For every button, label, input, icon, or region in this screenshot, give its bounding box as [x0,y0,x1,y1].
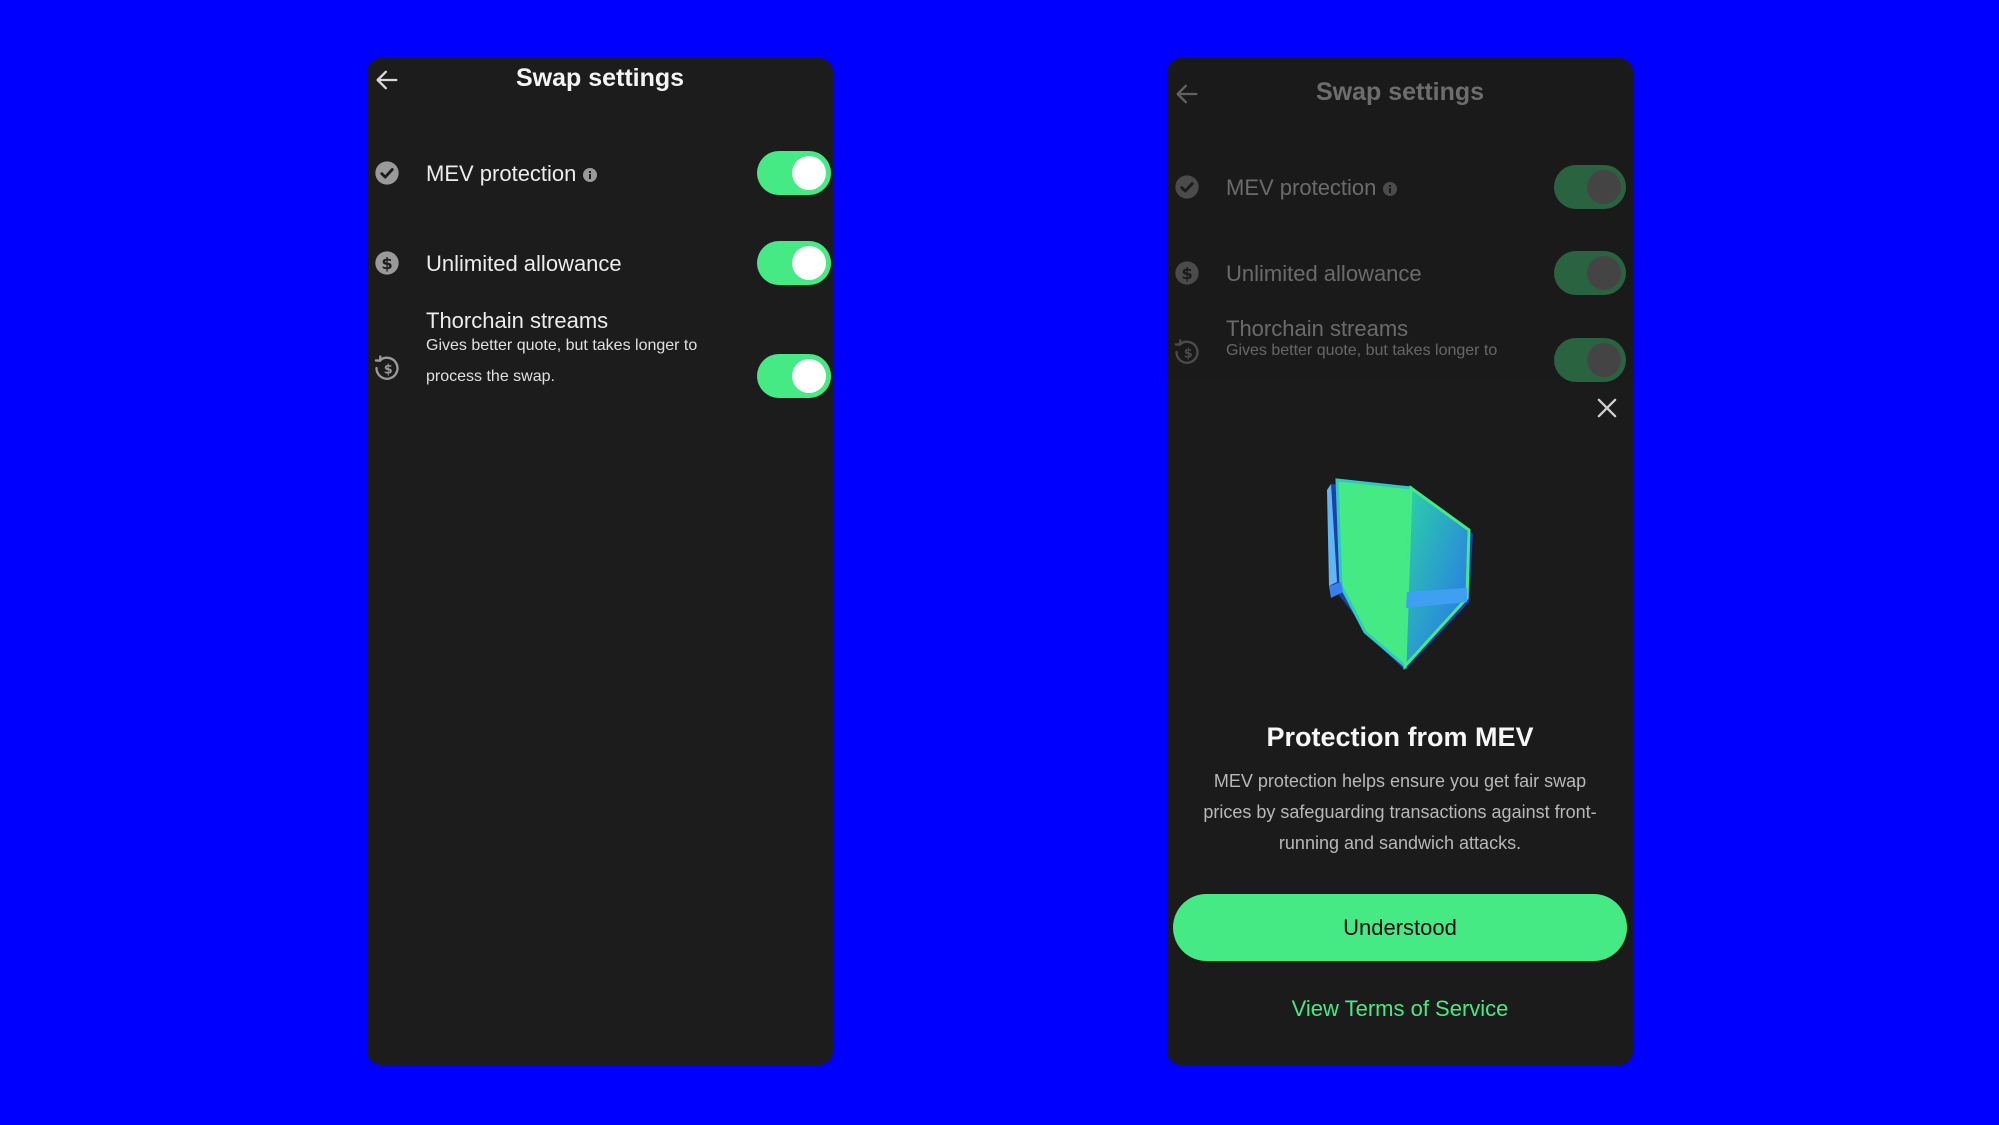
setting-row-thorchain: $ Thorchain streams Gives better quote, … [1167,316,1633,382]
unlimited-allowance-toggle[interactable] [757,241,831,285]
setting-row-thorchain: $ Thorchain streams Gives better quote, … [367,308,833,418]
toggle-knob [1587,256,1621,290]
setting-row-allowance: $ Unlimited allowance [367,238,833,288]
svg-text:$: $ [381,254,392,273]
toggle-knob [792,246,826,280]
view-terms-link[interactable]: View Terms of Service [1167,996,1633,1022]
mev-protection-toggle [1554,165,1626,209]
close-icon[interactable] [1593,394,1621,422]
history-dollar-icon: $ [1174,339,1199,364]
dimmed-settings-background: Swap settings MEV protection $ Unlimited… [1167,58,1633,382]
setting-label: Thorchain streams [1226,316,1409,341]
setting-description: Gives better quote, but takes longer to … [426,337,698,385]
svg-text:$: $ [1184,346,1193,361]
svg-text:$: $ [384,362,393,377]
page-title: Swap settings [1315,78,1485,106]
unlimited-allowance-toggle [1554,251,1626,295]
toggle-knob [792,359,826,393]
swap-settings-screen: Swap settings MEV protection $ Unlimited… [367,58,833,1065]
thorchain-streams-toggle[interactable] [757,354,831,398]
info-icon [1383,182,1398,197]
page-title: Swap settings [515,64,685,92]
setting-label: MEV protection [1226,175,1398,201]
setting-row-mev: MEV protection [1167,162,1633,212]
header: Swap settings [1167,72,1633,116]
dollar-circle-icon: $ [375,251,399,275]
dollar-circle-icon: $ [1175,261,1199,285]
thorchain-streams-toggle [1554,338,1626,382]
setting-row-allowance: $ Unlimited allowance [1167,248,1633,298]
setting-description: Gives better quote, but takes longer to [1226,342,1498,359]
setting-row-mev: MEV protection [367,148,833,198]
setting-label: Unlimited allowance [1226,261,1422,286]
setting-label: MEV protection [426,161,598,187]
toggle-knob [1587,343,1621,377]
shield-illustration [1327,478,1473,671]
sheet-description: MEV protection helps ensure you get fair… [1203,771,1597,853]
sheet-title: Protection from MEV [1266,722,1534,752]
history-dollar-icon: $ [374,355,399,380]
toggle-knob [1587,170,1621,204]
mev-protection-toggle[interactable] [757,151,831,195]
shield-check-icon [375,161,399,185]
understood-button[interactable]: Understood [1173,894,1627,961]
info-icon[interactable] [582,167,598,183]
mev-info-bottom-sheet: Protection from MEV MEV protection helps… [1167,382,1633,1065]
svg-text:$: $ [1181,264,1192,283]
setting-label: Unlimited allowance [426,251,622,276]
toggle-knob [792,156,826,190]
header: Swap settings [367,58,833,102]
mev-info-screen: Swap settings MEV protection $ Unlimited… [1167,58,1633,1065]
shield-check-icon [1175,175,1199,199]
